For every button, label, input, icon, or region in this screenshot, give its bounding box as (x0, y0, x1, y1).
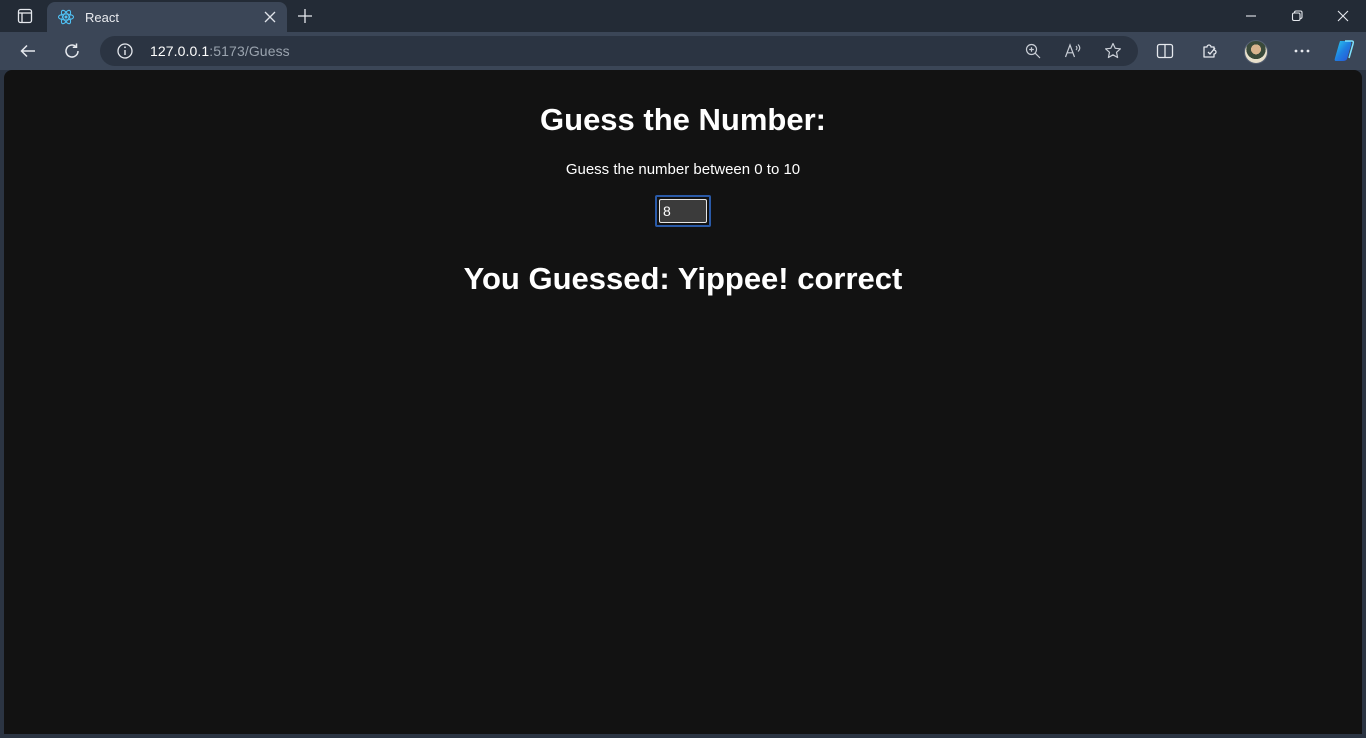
close-window-icon[interactable] (1320, 0, 1366, 32)
plus-icon[interactable] (292, 4, 318, 28)
star-icon[interactable] (1101, 41, 1125, 61)
restore-icon[interactable] (1274, 0, 1320, 32)
guess-prompt: Guess the number between 0 to 10 (565, 161, 801, 178)
avatar[interactable] (1244, 40, 1268, 64)
browser-toolbar: 127.0.0.1:5173/Guess (0, 32, 1366, 70)
tab-title: React (85, 9, 119, 25)
tab-react[interactable]: React (47, 2, 287, 32)
guess-input-focus-ring (655, 195, 711, 227)
tab-actions-icon[interactable] (10, 4, 40, 28)
refresh-icon[interactable] (56, 36, 88, 66)
address-bar[interactable]: 127.0.0.1:5173/Guess (100, 36, 1138, 66)
minimize-icon[interactable] (1228, 0, 1274, 32)
split-screen-icon[interactable] (1149, 36, 1181, 66)
close-tab-icon[interactable] (259, 6, 281, 28)
page-viewport: Guess the Number: Guess the number betwe… (4, 70, 1362, 734)
copilot-icon[interactable] (1328, 36, 1360, 66)
title-bar: React (0, 0, 1366, 32)
info-icon[interactable] (116, 42, 134, 60)
zoom-in-icon[interactable] (1021, 41, 1045, 61)
more-icon[interactable] (1286, 36, 1318, 66)
window-bottom-edge (0, 734, 1366, 738)
react-icon (57, 8, 75, 26)
read-aloud-icon[interactable] (1061, 41, 1085, 61)
page-title: Guess the Number: (540, 102, 826, 137)
back-arrow-icon[interactable] (12, 36, 44, 66)
extensions-icon[interactable] (1194, 36, 1226, 66)
url-text[interactable]: 127.0.0.1:5173/Guess (150, 43, 290, 59)
url-host: 127.0.0.1 (150, 43, 210, 59)
url-path: :5173/Guess (209, 43, 290, 59)
guess-input[interactable] (659, 199, 707, 223)
result-message: You Guessed: Yippee! correct (463, 261, 903, 296)
